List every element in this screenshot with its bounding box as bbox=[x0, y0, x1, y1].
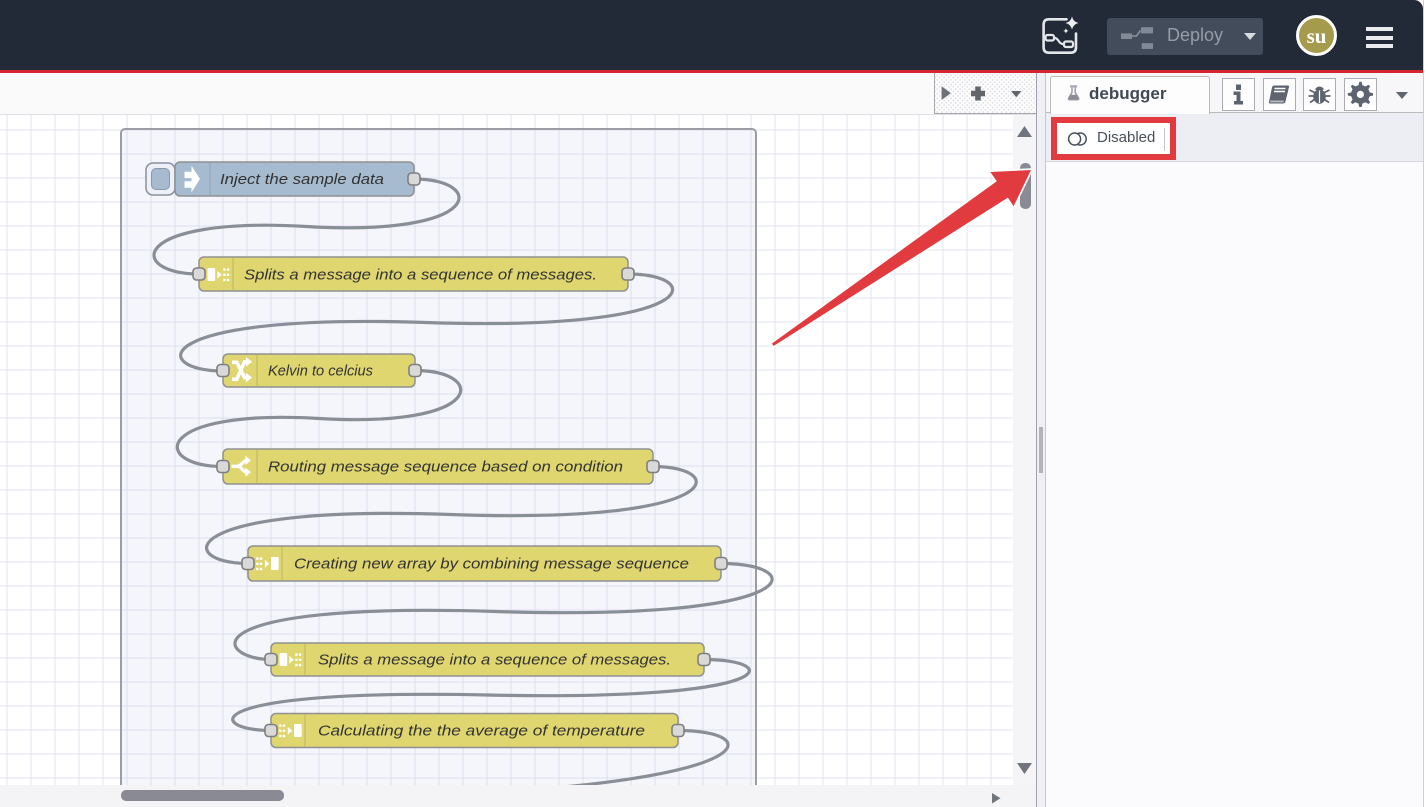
svg-text:Creating new array by combinin: Creating new array by combining message … bbox=[294, 556, 689, 573]
svg-text:Calculating the the average of: Calculating the the average of temperatu… bbox=[318, 723, 645, 740]
svg-text:Routing message sequence based: Routing message sequence based on condit… bbox=[268, 459, 623, 476]
svg-text:Inject the sample data: Inject the sample data bbox=[220, 171, 384, 188]
svg-text:Splits a message into a sequen: Splits a message into a sequence of mess… bbox=[244, 267, 597, 284]
svg-text:Kelvin to celcius: Kelvin to celcius bbox=[268, 363, 373, 380]
svg-text:Splits a message into a sequen: Splits a message into a sequence of mess… bbox=[318, 652, 671, 669]
